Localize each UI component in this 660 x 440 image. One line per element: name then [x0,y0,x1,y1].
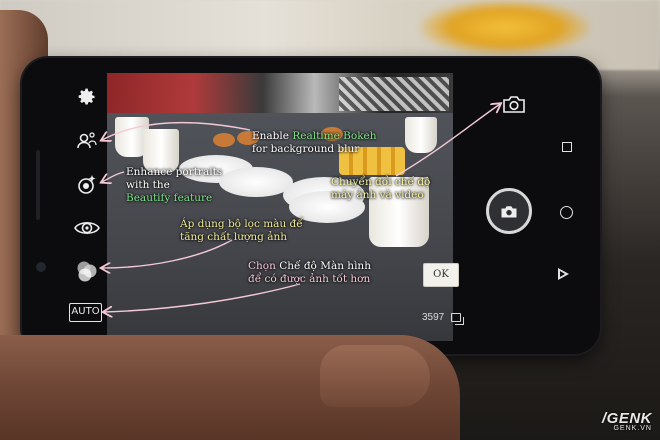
gallery-icon[interactable] [451,313,464,325]
annotation-switch-mode: Chuyển đổi chế độ máy ảnh và video [331,176,430,202]
shutter-button[interactable] [486,188,532,234]
viewfinder-cup [405,117,437,153]
ok-button[interactable]: OK [423,263,459,287]
annotation-beautify-highlight: Beautify feature [126,192,213,204]
annotation-beautify-line2: with the [126,179,170,191]
annotation-mode-line2: để có được ảnh tốt hơn [248,273,371,285]
beautify-icon[interactable] [74,172,100,198]
back-nav-button[interactable] [558,268,569,280]
front-camera [36,262,46,272]
annotation-beautify-line1: Enhance portraits [126,166,223,178]
annotation-bokeh: Enable Realtime Bokeh for background blu… [252,130,377,156]
hand-thumb [320,345,430,407]
annotation-switch-line2: máy ảnh và video [331,189,424,201]
auto-mode-button[interactable]: AUTO [69,303,102,322]
annotation-filter: Áp dụng bộ lọc màu để tăng chất lượng ản… [180,218,303,244]
camera-shutter-icon [501,205,517,217]
annotation-switch-line1: Chuyển đổi chế độ [331,176,431,188]
shots-remaining-counter: 3597 [422,312,445,323]
annotation-bokeh-highlight: Realtime Bokeh [292,130,377,142]
viewfinder-pastry [213,133,235,147]
annotation-beautify: Enhance portraits with the Beautify feat… [126,166,222,205]
viewfinder-lattice [339,77,449,111]
camera-viewfinder[interactable] [107,73,453,341]
display-mode-icon[interactable] [74,258,100,284]
annotation-filter-line1: Áp dụng bộ lọc màu để [180,218,303,230]
gear-icon[interactable] [76,86,98,108]
filter-icon-glyph [74,221,100,235]
beautify-icon-glyph [78,175,96,194]
gear-icon-glyph [78,88,95,105]
annotation-bokeh-line2: for background blur [252,143,360,155]
viewfinder-plate [219,167,293,197]
recents-nav-button[interactable] [562,142,572,152]
mode-icon-glyph [77,261,97,282]
switch-camera-icon[interactable] [502,94,526,114]
annotation-bokeh-prefix: Enable [252,130,293,142]
annotation-mode-highlight: Chế độ Màn hình [279,260,371,272]
background-food-blur [420,0,590,55]
realtime-bokeh-icon[interactable] [74,128,100,154]
bokeh-icon-glyph [77,132,97,149]
phone-side-edge [36,150,40,220]
annotation-mode-prefix: Chọn [248,260,280,272]
color-filter-icon[interactable] [72,216,102,240]
annotation-filter-line2: tăng chất lượng ảnh [180,231,287,243]
switch-camera-icon-glyph [503,96,525,113]
home-nav-button[interactable] [560,206,573,219]
watermark: /GENK GENK.VN [602,410,652,432]
annotation-display-mode: Chọn Chế độ Màn hình để có được ảnh tốt … [248,260,371,286]
